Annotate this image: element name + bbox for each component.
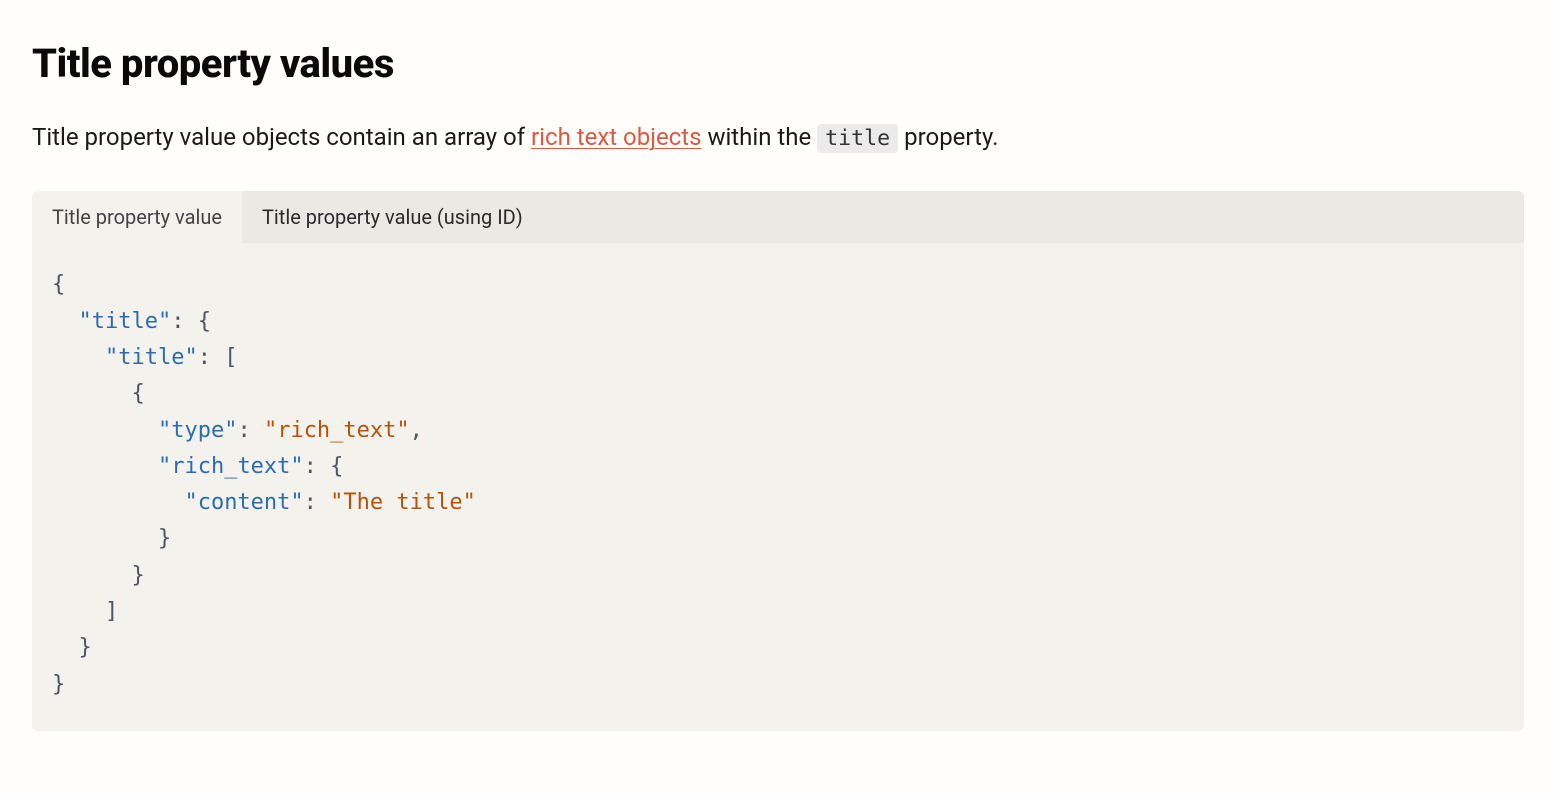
rich-text-objects-link[interactable]: rich text objects [531, 123, 701, 151]
code-tabs: Title property value Title property valu… [32, 191, 1524, 243]
section-description: Title property value objects contain an … [32, 119, 1524, 155]
description-mid: within the [701, 123, 817, 151]
description-prefix: Title property value objects contain an … [32, 123, 531, 151]
description-suffix: property. [898, 123, 998, 151]
code-example-container: Title property value Title property valu… [32, 191, 1524, 731]
tab-title-property-value[interactable]: Title property value [32, 191, 242, 243]
section-heading: Title property values [32, 40, 1524, 87]
inline-code-title: title [817, 124, 898, 153]
code-block: { "title": { "title": [ { "type": "rich_… [32, 243, 1524, 731]
tab-title-property-value-using-id[interactable]: Title property value (using ID) [242, 191, 543, 243]
